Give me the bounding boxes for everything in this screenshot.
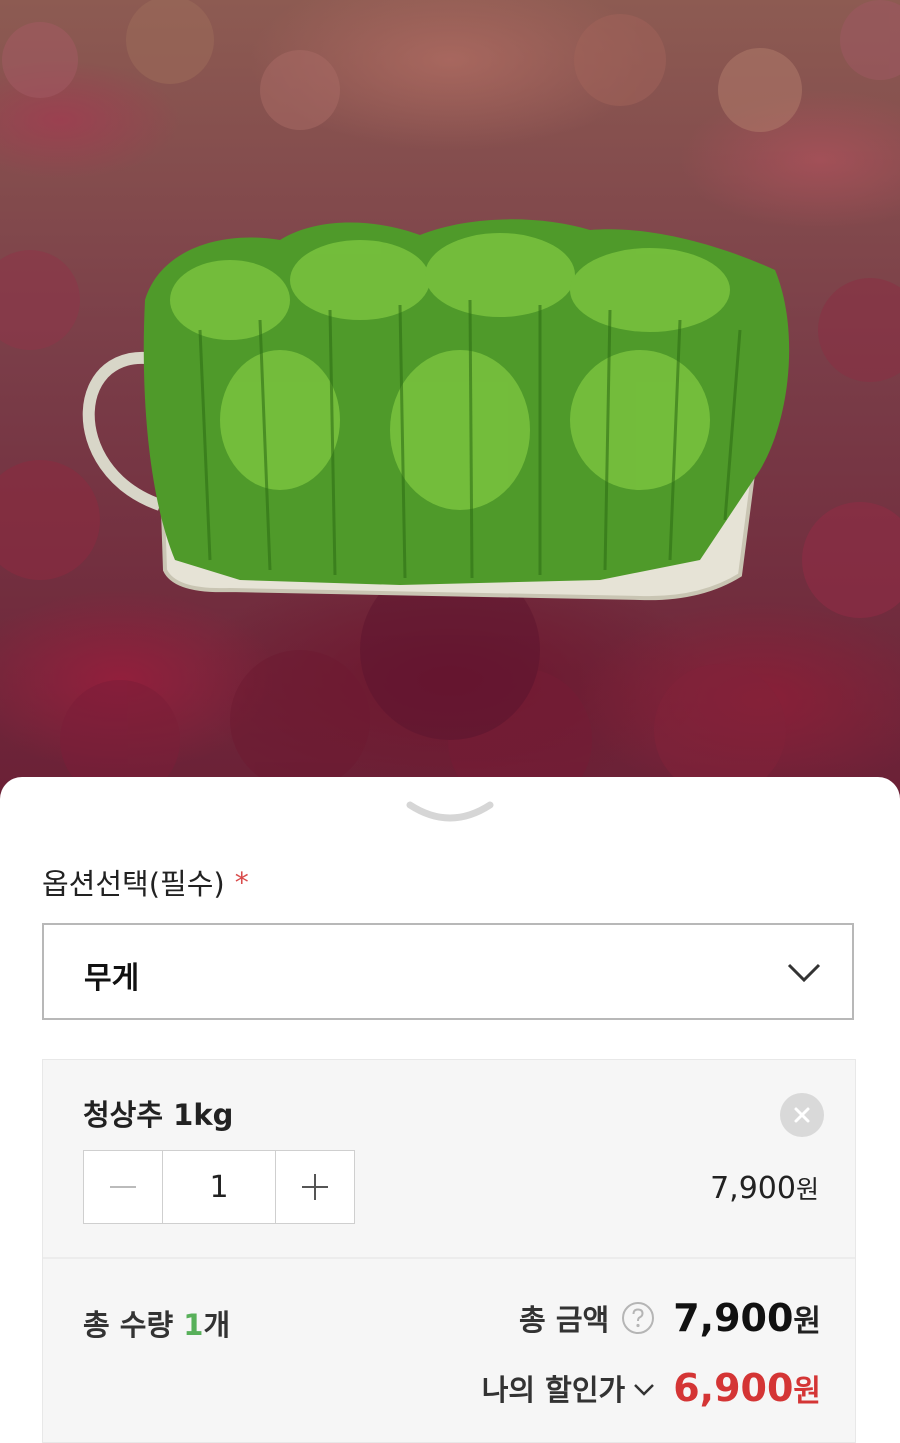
item-name: 청상추 1kg [83, 1098, 234, 1132]
decrease-button[interactable] [84, 1151, 162, 1223]
plus-icon [302, 1174, 328, 1200]
total-quantity-unit: 개 [203, 1308, 231, 1342]
total-amount-row: 총 금액 7,900 원 [519, 1296, 821, 1340]
option-bottom-sheet: 옵션선택(필수) * 무게 청상추 1kg 1 7,900원 총 수량 1개 총… [0, 777, 900, 1443]
discount-amount-currency: 원 [793, 1374, 821, 1409]
item-price-currency: 원 [795, 1175, 819, 1204]
total-quantity-label: 총 수량 [83, 1308, 174, 1342]
remove-item-button[interactable] [780, 1093, 824, 1137]
lettuce-basket-illustration [0, 0, 900, 800]
option-select-dropdown[interactable]: 무게 [42, 923, 854, 1020]
required-mark: * [234, 865, 249, 899]
total-amount-label: 총 금액 [519, 1303, 610, 1337]
product-image [0, 0, 900, 800]
total-amount-value: 7,900 [673, 1296, 794, 1340]
close-icon [794, 1107, 810, 1123]
selected-item-box: 청상추 1kg 1 7,900원 총 수량 1개 총 금액 7,900 원 나의… [42, 1059, 856, 1443]
item-price: 7,900원 [710, 1170, 819, 1206]
chevron-down-icon [634, 1384, 655, 1396]
total-quantity: 총 수량 1개 [83, 1302, 230, 1344]
select-value: 무게 [84, 961, 140, 996]
discount-price-row[interactable]: 나의 할인가 6,900 원 [482, 1366, 821, 1410]
item-price-value: 7,900 [710, 1171, 796, 1206]
option-select-label: 옵션선택(필수) * [42, 861, 249, 903]
discount-amount-value: 6,900 [673, 1366, 794, 1410]
total-amount-currency: 원 [793, 1304, 821, 1339]
discount-label: 나의 할인가 [481, 1373, 626, 1407]
question-icon[interactable] [621, 1301, 655, 1335]
minus-icon [110, 1186, 136, 1188]
option-label-text: 옵션선택(필수) [42, 867, 225, 901]
quantity-stepper: 1 [83, 1150, 355, 1224]
chevron-down-icon[interactable] [404, 797, 496, 827]
quantity-value[interactable]: 1 [162, 1151, 276, 1223]
divider [43, 1257, 855, 1259]
increase-button[interactable] [276, 1151, 354, 1223]
chevron-down-icon [787, 963, 821, 983]
total-quantity-value: 1 [183, 1308, 204, 1342]
